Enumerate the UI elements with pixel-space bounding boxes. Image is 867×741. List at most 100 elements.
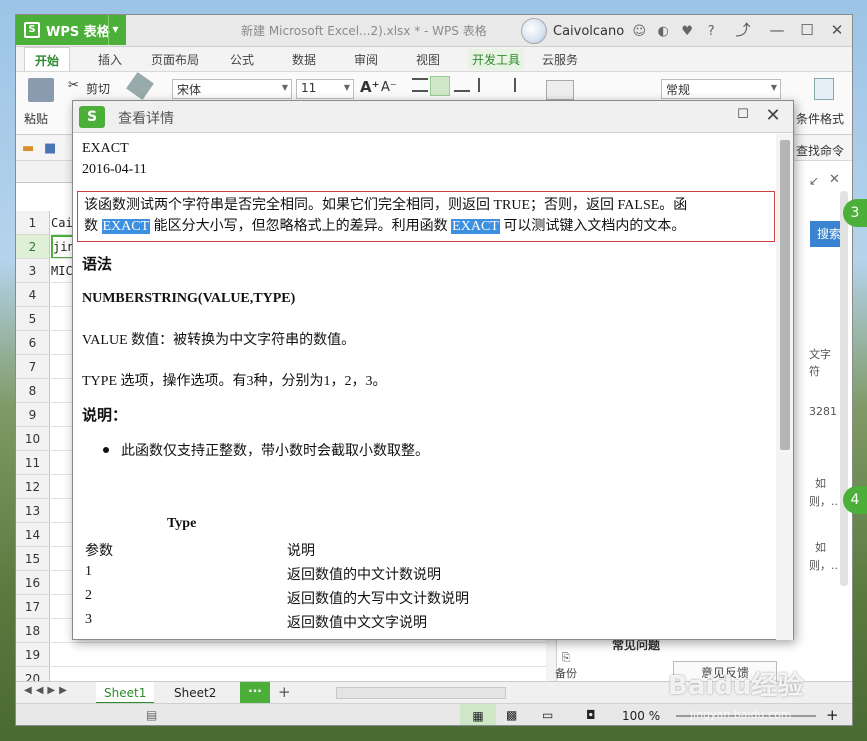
row-header[interactable]: 1 — [16, 211, 50, 235]
number-format-select[interactable]: 常规 ▼ — [661, 79, 781, 99]
row-header[interactable]: 10 — [16, 427, 50, 451]
indent-icon[interactable] — [478, 78, 494, 92]
robot-icon[interactable]: ☺ — [630, 24, 648, 39]
tab-sheet1[interactable]: Sheet1 — [96, 682, 155, 704]
sheet-nav-arrows-icon[interactable]: ◀◀▶▶ — [24, 685, 71, 696]
pane-scrollbar[interactable] — [840, 191, 848, 586]
ribbon-tabs: 开始 插入 页面布局 公式 数据 审阅 视图 开发工具 云服务 — [16, 47, 852, 71]
tab-review[interactable]: 审阅 — [354, 51, 378, 68]
baidu-watermark: Baidu经验 — [668, 671, 804, 701]
merge-cells-icon[interactable] — [546, 80, 574, 100]
doc-status-icon: ▤ — [146, 708, 158, 722]
avatar[interactable] — [521, 18, 547, 44]
folder-icon[interactable]: ▬ — [22, 141, 34, 156]
tab-view[interactable]: 视图 — [416, 51, 440, 68]
paste-button[interactable]: 粘贴 — [24, 110, 48, 127]
conditional-format-button[interactable]: 条件格式 — [796, 110, 844, 127]
row-header[interactable]: 13 — [16, 499, 50, 523]
snippet-text: 则，.. — [809, 495, 838, 508]
description-text: 能区分大小写，但忽略格式上的差异。利用函数 — [153, 219, 448, 234]
row-header[interactable]: 8 — [16, 379, 50, 403]
table-cell: 返回数值的大写中文计数说明 — [287, 592, 469, 607]
app-menu-button[interactable]: S WPS 表格 ▼ — [16, 15, 126, 45]
note-item: 此函数仅支持正整数，带小数时会截取小数取整。 — [121, 444, 429, 459]
chevron-down-icon[interactable]: ▼ — [108, 15, 122, 45]
dialog-scrollbar[interactable] — [776, 134, 793, 640]
row-header[interactable]: 7 — [16, 355, 50, 379]
number-format-value: 常规 — [666, 83, 691, 97]
protect-icon[interactable]: ◘ — [586, 708, 596, 722]
close-pane-icon[interactable]: ✕ — [829, 172, 840, 187]
row-header[interactable]: 19 — [16, 643, 50, 667]
scissors-icon[interactable]: ✂ — [68, 78, 79, 93]
find-command[interactable]: 查找命令 — [796, 142, 844, 159]
font-family-select[interactable]: 宋体 ▼ — [172, 79, 292, 99]
row-header[interactable]: 2 — [16, 235, 50, 259]
grow-font-button[interactable]: A⁺ — [360, 78, 380, 96]
help-icon[interactable]: ? — [702, 24, 720, 39]
row-header[interactable]: 16 — [16, 571, 50, 595]
notification-badge[interactable]: 3 — [843, 199, 867, 227]
syntax-text: NUMBERSTRING(VALUE,TYPE) — [82, 291, 296, 306]
tab-cloud[interactable]: 云服务 — [542, 51, 578, 68]
shirt-icon[interactable]: ♥ — [678, 24, 696, 39]
row-header[interactable]: 17 — [16, 595, 50, 619]
more-sheets-button[interactable]: ··· — [240, 682, 270, 704]
align-top-icon[interactable] — [412, 78, 428, 92]
tab-formula[interactable]: 公式 — [230, 51, 254, 68]
align-bottom-icon[interactable] — [454, 80, 470, 92]
tab-sheet2[interactable]: Sheet2 — [166, 682, 224, 704]
format-painter-icon[interactable] — [126, 72, 154, 100]
zoom-in-icon[interactable]: + — [826, 706, 839, 724]
paste-icon[interactable] — [28, 78, 54, 102]
minimize-icon[interactable]: — — [762, 15, 792, 45]
close-icon[interactable]: ✕ — [822, 15, 852, 45]
align-middle-icon[interactable] — [430, 76, 450, 96]
horizontal-scrollbar[interactable] — [336, 687, 506, 699]
snippet-text: 如 — [815, 541, 826, 554]
layout-view-icon[interactable]: ▭ — [542, 708, 553, 722]
font-size-select[interactable]: 11 ▼ — [296, 79, 354, 99]
user-name[interactable]: Caivolcano — [553, 24, 624, 39]
scrollbar-thumb[interactable] — [780, 140, 790, 450]
row-header[interactable]: 15 — [16, 547, 50, 571]
collapse-icon[interactable]: ↙ — [809, 174, 819, 188]
bullet-icon — [103, 447, 109, 453]
row-header[interactable]: 12 — [16, 475, 50, 499]
maximize-icon[interactable]: ☐ — [734, 107, 752, 125]
close-icon[interactable]: ✕ — [763, 105, 783, 126]
tab-data[interactable]: 数据 — [292, 51, 316, 68]
conditional-format-icon[interactable] — [814, 78, 834, 100]
backup-button[interactable]: ⎘ 备份 — [546, 651, 586, 681]
row-header[interactable]: 9 — [16, 403, 50, 427]
function-name: EXACT — [82, 141, 129, 156]
row-header[interactable]: 3 — [16, 259, 50, 283]
document-title: 新建 Microsoft Excel...2).xlsx * - WPS 表格 — [241, 24, 487, 38]
table-cell: 2 — [85, 588, 92, 603]
maximize-icon[interactable]: ☐ — [792, 15, 822, 45]
row-header[interactable]: 18 — [16, 619, 50, 643]
outdent-icon[interactable] — [500, 78, 516, 92]
add-sheet-icon[interactable]: + — [278, 683, 291, 701]
page-break-view-icon[interactable]: ▩ — [506, 708, 517, 722]
row-header[interactable]: 11 — [16, 451, 50, 475]
app-name: WPS 表格 — [46, 24, 110, 40]
row-header[interactable]: 4 — [16, 283, 50, 307]
shrink-font-button[interactable]: A⁻ — [381, 80, 397, 95]
normal-view-icon[interactable]: ▦ — [460, 704, 496, 725]
tab-developer[interactable]: 开发工具 — [468, 49, 525, 70]
notification-badge[interactable]: 4 — [843, 486, 867, 514]
zoom-level[interactable]: 100 % — [622, 709, 660, 723]
skin-icon[interactable]: ◐ — [654, 24, 672, 39]
save-icon[interactable]: ■ — [44, 141, 56, 156]
row-header[interactable]: 5 — [16, 307, 50, 331]
row-header[interactable]: 6 — [16, 331, 50, 355]
tab-insert[interactable]: 插入 — [98, 51, 122, 68]
cut-button[interactable]: 剪切 — [86, 80, 110, 97]
tab-page-layout[interactable]: 页面布局 — [151, 51, 199, 68]
restore-icon[interactable]: ⤴ — [728, 15, 758, 45]
tab-start[interactable]: 开始 — [24, 47, 71, 71]
row-header[interactable]: 14 — [16, 523, 50, 547]
function-description: 该函数测试两个字符串是否完全相同。如果它们完全相同，则返回 TRUE；否则，返回… — [77, 191, 775, 242]
snippet-text: 3281 — [809, 405, 837, 418]
